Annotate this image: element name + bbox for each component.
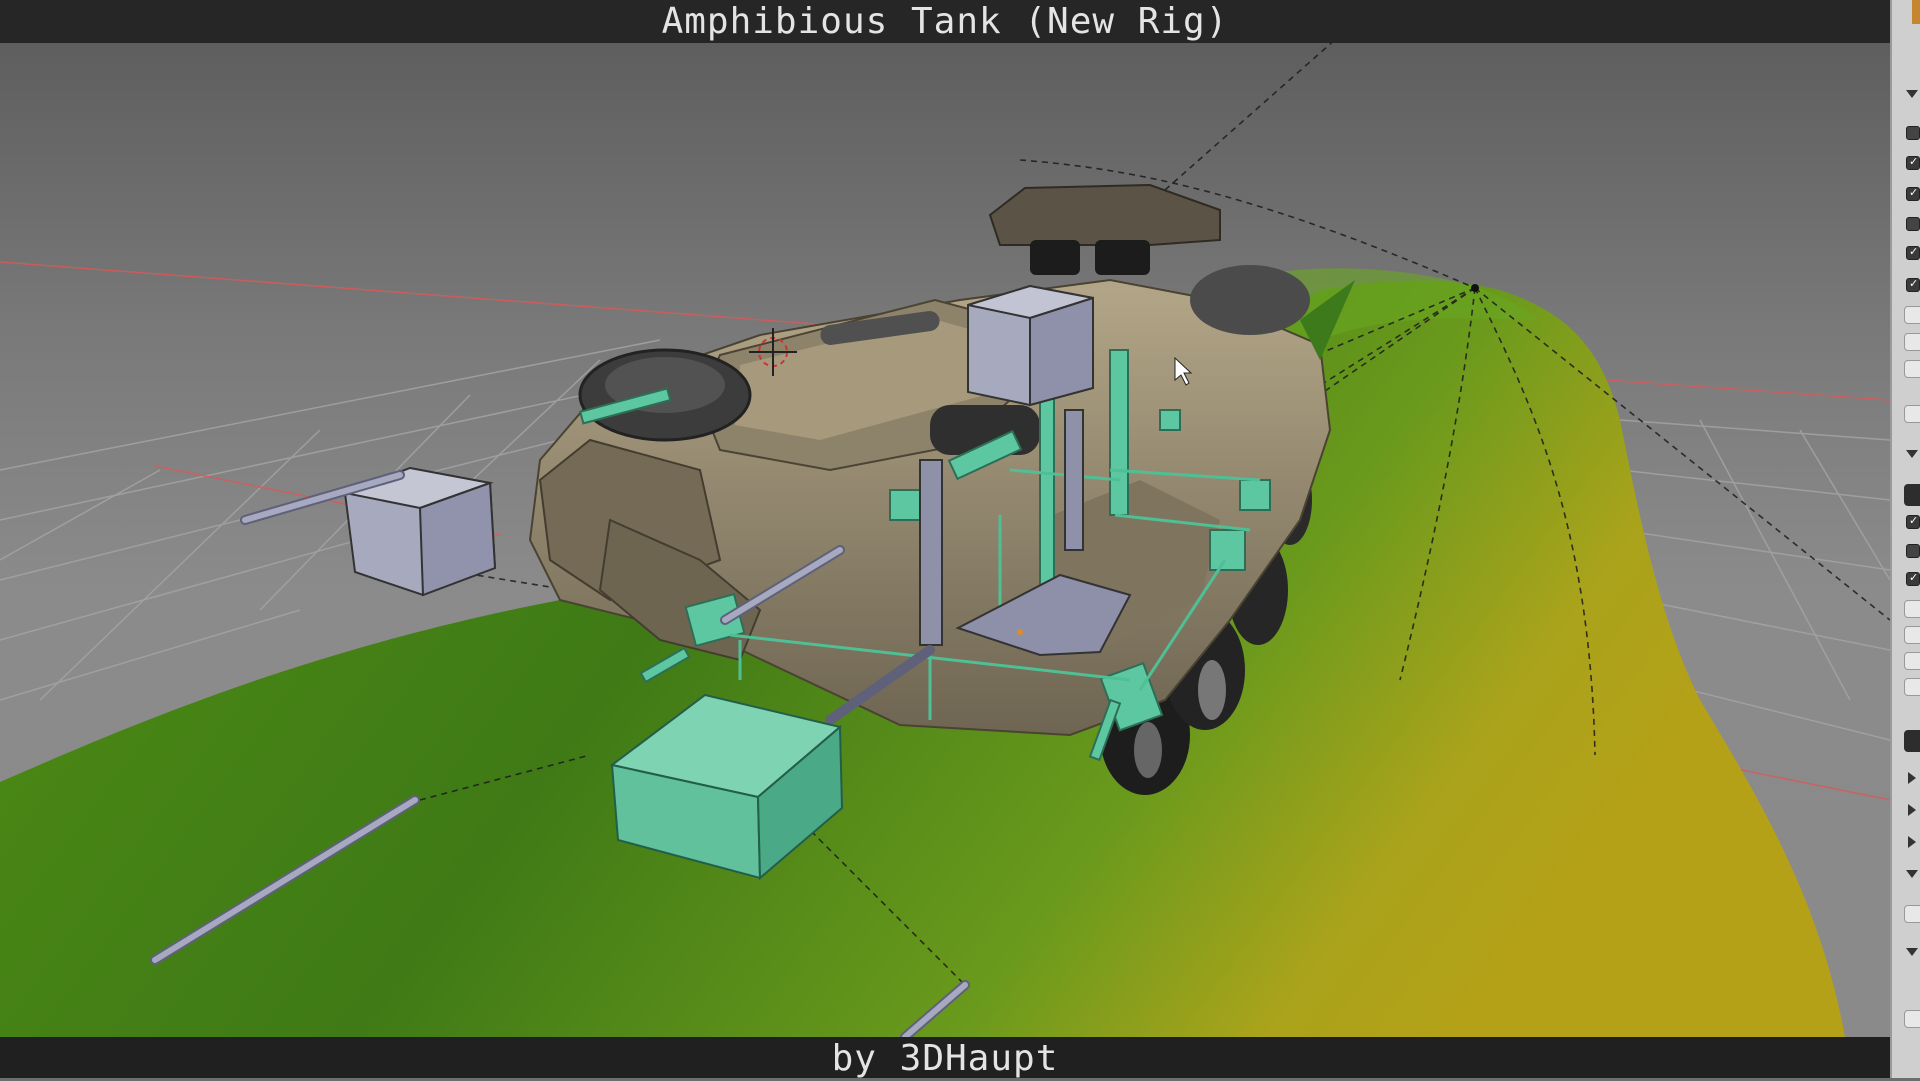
expand-triangle-icon[interactable] [1908, 804, 1916, 816]
panel-button[interactable] [1904, 405, 1920, 423]
panel-number-field[interactable] [1904, 333, 1920, 351]
panel-checkbox[interactable] [1906, 544, 1920, 558]
panel-checkbox[interactable] [1906, 245, 1920, 260]
panel-number-field[interactable] [1904, 626, 1920, 644]
panel-color-swatch[interactable] [1904, 730, 1920, 752]
panel-checkbox[interactable] [1906, 126, 1920, 140]
viewport-scene [0, 43, 1890, 1037]
3d-viewport[interactable] [0, 43, 1890, 1037]
panel-number-field[interactable] [1904, 652, 1920, 670]
panel-number-field[interactable] [1904, 678, 1920, 696]
panel-checkbox[interactable] [1906, 217, 1920, 231]
panel-checkbox[interactable] [1906, 186, 1920, 201]
panel-dropdown[interactable] [1904, 484, 1920, 506]
panel-number-field[interactable] [1904, 1010, 1920, 1028]
collapse-triangle-icon[interactable] [1906, 948, 1918, 956]
panel-number-field[interactable] [1904, 306, 1920, 324]
properties-side-panel[interactable] [1890, 0, 1920, 1078]
origin-dot [1017, 629, 1023, 635]
collapse-triangle-icon[interactable] [1906, 450, 1918, 458]
collapse-triangle-icon[interactable] [1906, 870, 1918, 878]
panel-checkbox[interactable] [1906, 155, 1920, 170]
panel-header-accent [1912, 0, 1920, 24]
panel-checkbox[interactable] [1906, 514, 1920, 529]
rig-target-point [1471, 284, 1479, 292]
expand-triangle-icon[interactable] [1908, 836, 1916, 848]
video-title: Amphibious Tank (New Rig) [0, 0, 1890, 43]
panel-checkbox[interactable] [1906, 571, 1920, 586]
panel-number-field[interactable] [1904, 360, 1920, 378]
author-credit: by 3DHaupt [0, 1037, 1890, 1079]
panel-number-field[interactable] [1904, 905, 1920, 923]
panel-checkbox[interactable] [1906, 277, 1920, 292]
panel-number-field[interactable] [1904, 600, 1920, 618]
expand-triangle-icon[interactable] [1908, 772, 1916, 784]
collapse-triangle-icon[interactable] [1906, 90, 1918, 98]
